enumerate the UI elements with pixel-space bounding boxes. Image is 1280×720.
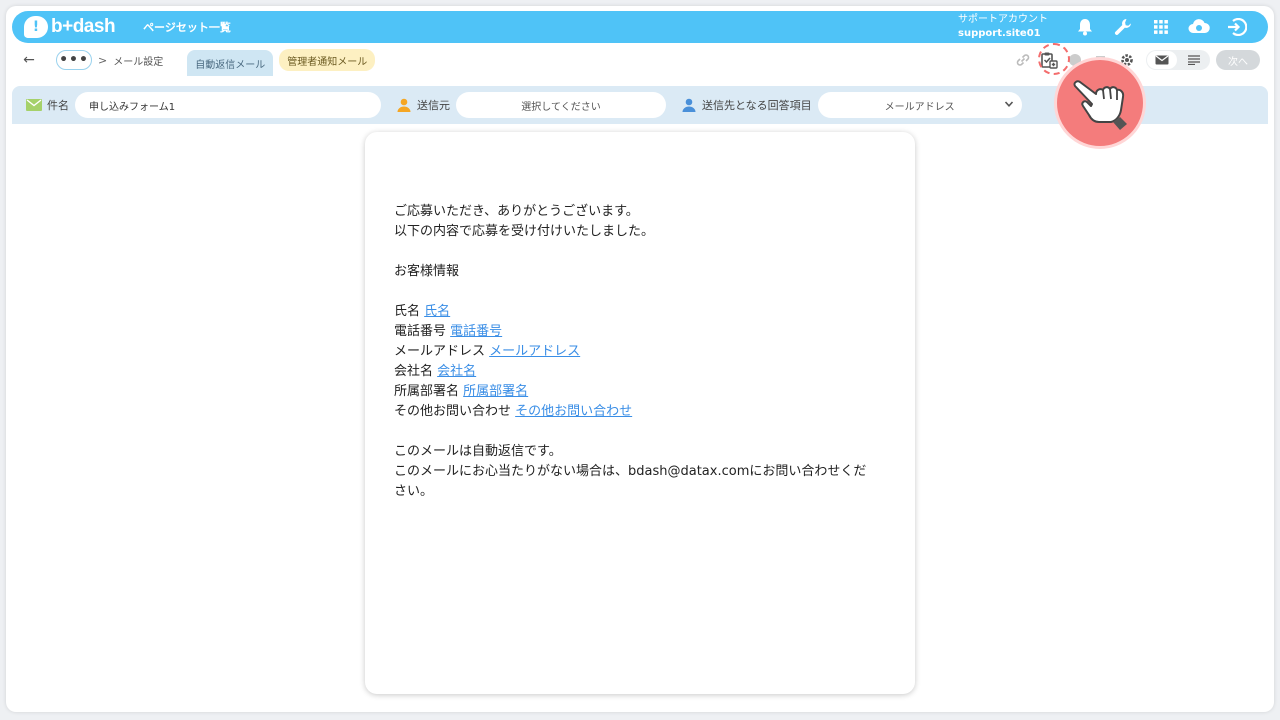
merge-tag-company[interactable]: 会社名 [437,364,476,379]
page-title[interactable]: ページセット一覧 [143,19,231,35]
subject-label: 件名 [26,97,69,113]
recipient-person-icon [682,98,696,112]
wrench-icon[interactable] [1104,11,1142,43]
greeting-line-1: ご応募いただき、ありがとうございます。 [394,204,639,219]
logo-text: b+dash [51,16,116,37]
pointing-hand-icon [1073,80,1127,130]
field-row-company: 会社名 会社名 [394,364,477,379]
breadcrumb-separator: > [98,53,108,67]
bell-icon[interactable] [1066,11,1104,43]
mail-view-button[interactable] [1147,51,1177,69]
mail-icon [1155,55,1169,65]
view-toggle [1146,50,1210,70]
account-id: support.site01 [958,28,1041,39]
footer-line-3: さい。 [394,484,434,499]
merge-tag-department[interactable]: 所属部署名 [463,384,528,399]
subject-input[interactable]: 申し込みフォーム1 [75,92,381,118]
greeting-line-2: 以下の内容で応募を受け付けいたしました。 [394,224,655,239]
account-info[interactable]: サポートアカウント support.site01 [958,13,1048,41]
more-button[interactable]: ••• [56,50,92,70]
envelope-icon [26,99,42,111]
link-icon[interactable] [1010,48,1036,72]
to-field-value: メールアドレス [884,101,955,113]
merge-tag-email[interactable]: メールアドレス [489,344,580,359]
lines-icon [1188,55,1200,65]
pointing-hand-badge [1054,57,1146,149]
email-body[interactable]: ご応募いただき、ありがとうございます。 以下の内容で応募を受け付けいたしました。… [394,202,884,502]
sender-person-icon [397,98,411,112]
editor-area: ご応募いただき、ありがとうございます。 以下の内容で応募を受け付けいたしました。… [12,124,1268,704]
merge-tag-inquiry[interactable]: その他お問い合わせ [515,404,632,419]
footer-line-2: このメールにお心当たりがない場合は、bdash@datax.comにお問い合わせ… [394,464,867,479]
text-view-button[interactable] [1178,50,1210,70]
section-title: お客様情報 [394,264,460,279]
field-row-email: メールアドレス メールアドレス [394,344,581,359]
email-preview-card[interactable]: ご応募いただき、ありがとうございます。 以下の内容で応募を受け付けいたしました。… [365,132,915,694]
to-field-select[interactable]: メールアドレス [817,92,1022,118]
field-row-department: 所属部署名 所属部署名 [394,384,529,399]
chevron-down-icon [1004,101,1013,107]
merge-tag-phone[interactable]: 電話番号 [450,324,502,339]
tab-admin-notify[interactable]: 管理者通知メール [279,49,376,71]
grid-icon[interactable] [1142,11,1180,43]
footer-line-1: このメールは自動返信です。 [394,444,562,459]
highlight-ring [1038,43,1070,75]
breadcrumb-mail-settings[interactable]: メール設定 [113,53,163,68]
cloud-badge-icon[interactable] [1180,11,1218,43]
next-button[interactable]: 次へ [1216,50,1260,70]
account-label: サポートアカウント [958,14,1048,25]
field-row-name: 氏名 氏名 [394,304,451,319]
field-row-phone: 電話番号 電話番号 [394,324,503,339]
logout-icon[interactable] [1218,11,1256,43]
logo-mark: ! [24,16,48,38]
back-arrow-icon[interactable]: ← [12,52,46,68]
from-select[interactable]: 選択してください [456,92,666,118]
merge-tag-name[interactable]: 氏名 [424,304,450,319]
field-row-inquiry: その他お問い合わせ その他お問い合わせ [394,404,633,419]
to-label: 送信先となる回答項目 [682,97,812,113]
tab-auto-reply[interactable]: 自動返信メール [187,50,274,76]
top-header: ! b+dash ページセット一覧 サポートアカウント support.site… [12,11,1268,43]
logo[interactable]: ! b+dash [24,16,116,38]
from-label: 送信元 [397,97,450,113]
